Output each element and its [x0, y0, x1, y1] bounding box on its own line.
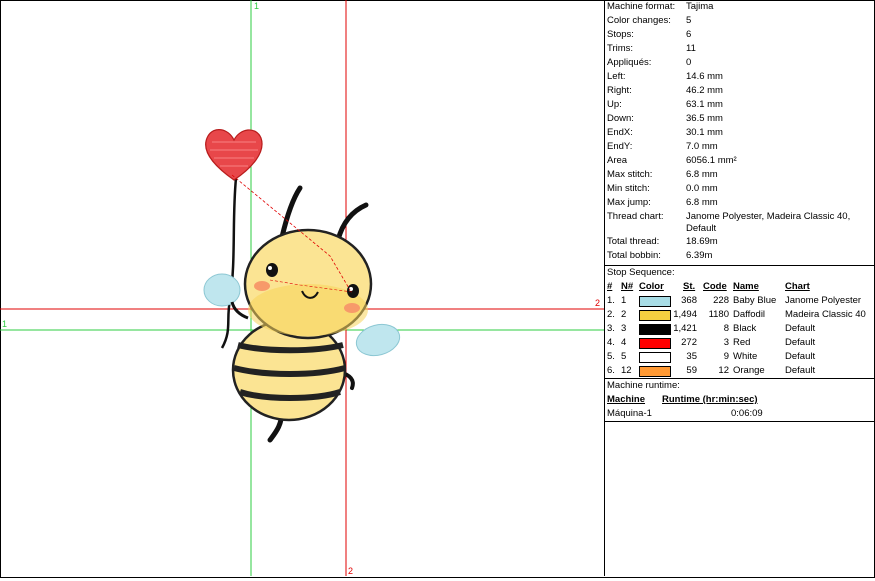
- table-row: 1. 1 368 228 Baby Blue Janome Polyester: [607, 295, 862, 307]
- green-guide-label-left: 1: [2, 319, 7, 329]
- left-eye: [266, 263, 278, 277]
- runtime-col-runtime: Runtime (hr:min:sec): [662, 394, 758, 405]
- prop-row: Total thread: 18.69m: [607, 236, 718, 247]
- prop-row: Machine format: Tajima: [607, 1, 714, 12]
- prop-row: Total bobbin: 6.39m: [607, 250, 713, 261]
- stop-sequence-title: Stop Sequence:: [607, 267, 675, 278]
- green-guide-label-top: 1: [254, 1, 259, 11]
- stop-sequence-table: # N# Color St. Code Name Chart 1. 1 368 …: [605, 280, 874, 378]
- prop-row: Stops: 6: [607, 29, 692, 40]
- right-wing: [355, 323, 401, 357]
- design-info-panel: Machine format: Tajima Color changes: 5 St…: [604, 0, 874, 576]
- left-wing: [203, 273, 241, 307]
- design-properties: Machine format: Tajima Color changes: 5 St…: [605, 0, 874, 266]
- red-guide-label-bottom: 2: [348, 566, 353, 576]
- table-row: 6. 12 59 12 Orange Default: [607, 365, 816, 377]
- prop-row: Trims: 11: [607, 43, 696, 54]
- prop-row: EndY: 7.0 mm: [607, 141, 718, 152]
- prop-row: Thread chart: Janome Polyester, Madeira C…: [607, 211, 851, 234]
- prop-row: EndX: 30.1 mm: [607, 127, 723, 138]
- embroidery-preview: 1 1 2 2: [0, 0, 604, 576]
- right-eye: [347, 284, 359, 298]
- prop-row: Min stitch: 0.0 mm: [607, 183, 718, 194]
- machine-name: Máquina-1: [607, 408, 652, 419]
- prop-row: Max jump: 6.8 mm: [607, 197, 718, 208]
- table-row: 2. 2 1,494 1180 Daffodil Madeira Classic…: [607, 309, 866, 321]
- design-canvas[interactable]: 1 1 2 2: [0, 0, 604, 576]
- runtime-title: Machine runtime:: [607, 380, 680, 391]
- left-cheek: [254, 281, 270, 291]
- table-row: 3. 3 1,421 8 Black Default: [607, 323, 816, 335]
- bee-design: [203, 129, 401, 443]
- prop-row: Down: 36.5 mm: [607, 113, 723, 124]
- heart-balloon: [205, 129, 263, 181]
- machine-runtime-section: Machine runtime: Machine Runtime (hr:min…: [605, 379, 874, 422]
- runtime-value: 0:06:09: [731, 408, 763, 419]
- stop-sequence-section: Stop Sequence: # N# Color St. Code Name …: [605, 266, 874, 379]
- right-cheek: [344, 303, 360, 313]
- prop-row: Color changes: 5: [607, 15, 692, 26]
- prop-row: Up: 63.1 mm: [607, 99, 723, 110]
- prop-row: Area 6056.1 mm²: [607, 155, 737, 166]
- prop-row: Right: 46.2 mm: [607, 85, 723, 96]
- red-guide-label-right: 2: [595, 298, 600, 308]
- prop-row: Left: 14.6 mm: [607, 71, 723, 82]
- prop-row: Appliqués: 0: [607, 57, 692, 68]
- runtime-col-machine: Machine: [607, 394, 646, 405]
- table-row: 4. 4 272 3 Red Default: [607, 337, 816, 349]
- table-row: 5. 5 35 9 White Default: [607, 351, 816, 363]
- prop-row: Max stitch: 6.8 mm: [607, 169, 718, 180]
- stop-table-header: # N# Color St. Code Name Chart: [607, 281, 810, 292]
